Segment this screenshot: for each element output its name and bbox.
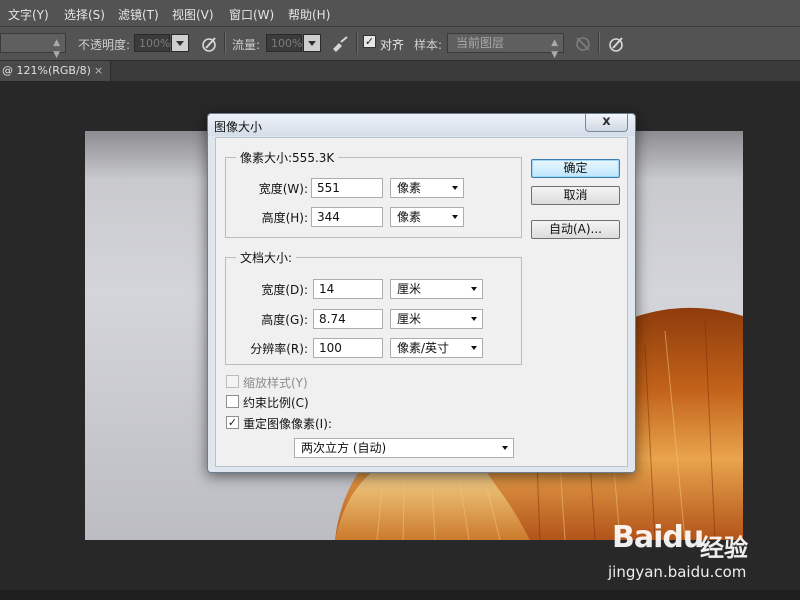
dialog-title-bar[interactable]: 图像大小 [208, 114, 635, 136]
menu-select[interactable]: 选择(S) [64, 6, 105, 23]
resample-image-label: 重定图像像素(I): [243, 417, 332, 431]
doc-width-unit: 厘米 [397, 282, 422, 296]
resolution-unit: 像素/英寸 [397, 341, 450, 355]
dropdown-arrow-icon [452, 186, 458, 190]
menu-window[interactable]: 窗口(W) [229, 6, 274, 23]
doc-width-label: 宽度(D): [261, 283, 308, 297]
scale-styles-checkbox[interactable] [226, 375, 239, 388]
dropdown-arrow-icon: ▲ ▼ [53, 38, 60, 60]
pixel-dimensions-legend: 像素大小:555.3K [236, 149, 339, 166]
document-tab[interactable]: @ 121%(RGB/8) × [0, 61, 111, 81]
dropdown-arrow-icon [502, 446, 508, 450]
separator [356, 32, 358, 54]
airbrush-icon[interactable] [331, 35, 349, 53]
close-icon[interactable]: × [94, 64, 103, 77]
ok-button[interactable]: 确定 [531, 159, 620, 178]
pixel-height-unit-select[interactable]: 像素 [390, 207, 464, 227]
sample-dropdown[interactable]: 当前图层 ▲ ▼ [447, 33, 564, 60]
separator [598, 32, 600, 54]
close-icon[interactable]: x [585, 114, 628, 132]
doc-height-input[interactable]: 8.74 [313, 309, 383, 329]
watermark-paw-text: du [662, 520, 704, 555]
mode-dropdown[interactable]: ▲ ▼ [0, 33, 66, 60]
resample-image-checkbox[interactable]: ✓ [226, 416, 239, 429]
sample-value: 当前图层 [456, 36, 505, 50]
opacity-input[interactable]: 100% [134, 34, 170, 52]
ignore-adjustment-layers-icon[interactable] [574, 35, 592, 53]
document-tab-title: @ 121%(RGB/8) [2, 64, 91, 77]
menu-bar: 文字(Y) 选择(S) 滤镜(T) 视图(V) 窗口(W) 帮助(H) [0, 0, 800, 27]
resample-method-select[interactable]: 两次立方 (自动) [294, 438, 514, 458]
resolution-input[interactable]: 100 [313, 338, 383, 358]
menu-filter[interactable]: 滤镜(T) [118, 6, 159, 23]
menu-type[interactable]: 文字(Y) [8, 6, 49, 23]
dropdown-arrow-icon [452, 215, 458, 219]
resolution-label: 分辨率(R): [250, 342, 308, 356]
scale-styles-label: 缩放样式(Y) [243, 376, 308, 390]
separator [224, 32, 226, 54]
resolution-unit-select[interactable]: 像素/英寸 [390, 338, 483, 358]
pixel-width-unit: 像素 [397, 181, 422, 195]
image-size-dialog: 图像大小 x 像素大小:555.3K 宽度(W): 551 像素 高度(H): … [207, 113, 636, 473]
menu-help[interactable]: 帮助(H) [288, 6, 330, 23]
options-bar: ▲ ▼ 不透明度: 100% 流量: 100% ✓ 对齐 样本: 当前图层 ▲ ▼ [0, 27, 800, 61]
sample-label: 样本: [414, 38, 443, 52]
dialog-title: 图像大小 [214, 120, 263, 134]
align-checkbox[interactable]: ✓ [363, 35, 376, 48]
doc-height-unit: 厘米 [397, 312, 422, 326]
flow-label: 流量: [232, 38, 261, 52]
pixel-dimensions-group: 像素大小:555.3K 宽度(W): 551 像素 高度(H): 344 像素 [225, 149, 522, 238]
dropdown-arrow-icon [471, 287, 477, 291]
pressure-opacity-icon[interactable] [200, 35, 218, 53]
auto-button[interactable]: 自动(A)... [531, 220, 620, 239]
baidu-watermark-logo: Baidu [612, 520, 704, 555]
doc-width-unit-select[interactable]: 厘米 [390, 279, 483, 299]
flow-input[interactable]: 100% [266, 34, 302, 52]
dialog-body: 像素大小:555.3K 宽度(W): 551 像素 高度(H): 344 像素 … [215, 137, 628, 467]
pixel-width-unit-select[interactable]: 像素 [390, 178, 464, 198]
resample-method-value: 两次立方 (自动) [301, 441, 387, 455]
flow-dropdown-button[interactable] [303, 34, 321, 52]
dropdown-arrow-icon: ▲ ▼ [551, 38, 558, 60]
pressure-size-icon[interactable] [607, 35, 625, 53]
document-tab-bar [0, 61, 800, 81]
doc-height-label: 高度(G): [261, 313, 308, 327]
opacity-label: 不透明度: [78, 38, 131, 52]
watermark-brand: 经验 [700, 534, 748, 562]
constrain-proportions-checkbox[interactable] [226, 395, 239, 408]
doc-width-input[interactable]: 14 [313, 279, 383, 299]
pixel-height-label: 高度(H): [261, 211, 308, 225]
pixel-width-input[interactable]: 551 [311, 178, 383, 198]
pixel-height-input[interactable]: 344 [311, 207, 383, 227]
menu-view[interactable]: 视图(V) [172, 6, 214, 23]
pixel-width-label: 宽度(W): [258, 182, 308, 196]
document-size-group: 文档大小: 宽度(D): 14 厘米 高度(G): 8.74 厘米 分辨率(R)… [225, 249, 522, 365]
constrain-proportions-label: 约束比例(C) [243, 396, 309, 410]
horizontal-scrollbar[interactable] [0, 590, 800, 600]
cancel-button[interactable]: 取消 [531, 186, 620, 205]
document-size-legend: 文档大小: [236, 249, 297, 266]
watermark-url: jingyan.baidu.com [608, 563, 747, 581]
doc-height-unit-select[interactable]: 厘米 [390, 309, 483, 329]
dropdown-arrow-icon [471, 317, 477, 321]
opacity-dropdown-button[interactable] [171, 34, 189, 52]
align-label: 对齐 [380, 38, 405, 52]
dropdown-arrow-icon [471, 346, 477, 350]
pixel-height-unit: 像素 [397, 210, 422, 224]
watermark-logo-text: Bai [612, 520, 663, 555]
